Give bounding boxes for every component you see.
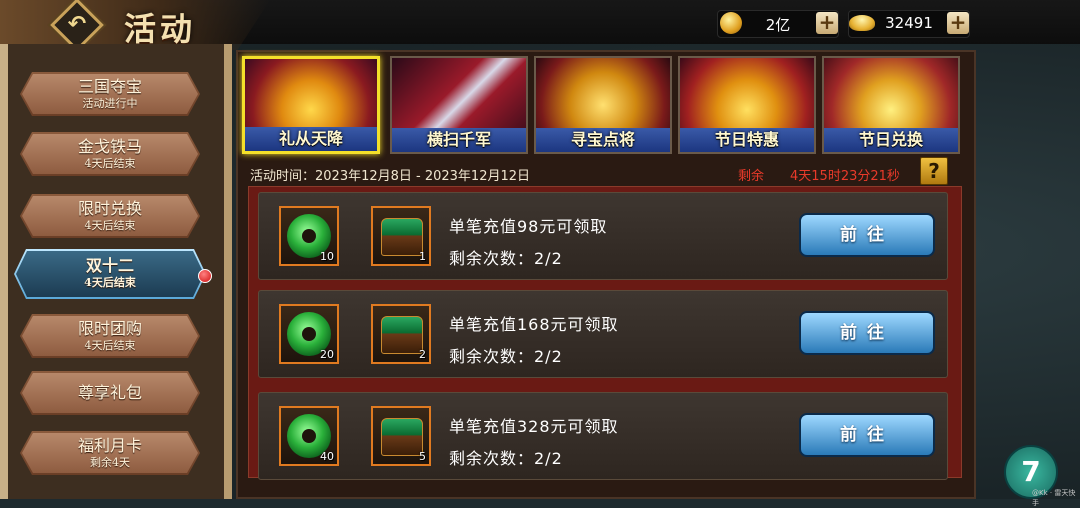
tab-label: 礼从天降 <box>245 127 377 151</box>
back-arrow-icon: ↶ <box>67 12 87 37</box>
tab-holiday-exchange[interactable]: 节日兑换 <box>822 56 960 154</box>
sidebar-item-vip-gift[interactable]: 尊享礼包 <box>20 371 200 415</box>
remaining-claims: 剩余次数：2/2 <box>449 449 563 468</box>
activity-time: 活动时间：2023年12月8日 - 2023年12月12日 <box>250 169 531 184</box>
reward-item-chest[interactable]: 5 <box>371 406 431 466</box>
add-ingot-button[interactable]: + <box>947 12 969 34</box>
gold-ingot-icon <box>849 15 875 31</box>
sidebar-item-label: 三国夺宝 <box>77 77 142 96</box>
help-button[interactable]: ? <box>920 157 948 185</box>
reward-condition: 单笔充值168元可领取 <box>449 315 619 334</box>
reward-item-jade[interactable]: 40 <box>279 406 339 466</box>
remain-label: 剩余 <box>738 169 765 184</box>
tab-gift-from-sky[interactable]: 礼从天降 <box>242 56 380 154</box>
green-chest-icon <box>381 316 423 354</box>
sidebar-item-status: 4天后结束 <box>84 276 136 289</box>
tab-treasure-hunt[interactable]: 寻宝点将 <box>534 56 672 154</box>
sidebar-item-status: 活动进行中 <box>82 97 138 110</box>
sidebar-item-jinge-tiema[interactable]: 金戈铁马 4天后结束 <box>20 132 200 176</box>
item-quantity: 10 <box>320 250 334 263</box>
sidebar-item-status: 4天后结束 <box>84 339 136 352</box>
reward-row: 40 5 单笔充值328元可领取 剩余次数：2/2 前往 <box>258 392 948 480</box>
reward-item-jade[interactable]: 20 <box>279 304 339 364</box>
sidebar-item-label: 双十二 <box>85 256 134 275</box>
sidebar-item-double-twelve[interactable]: 双十二 4天后结束 <box>14 249 206 299</box>
gold-currency: 2亿 + <box>717 10 839 38</box>
reward-item-jade[interactable]: 10 <box>279 206 339 266</box>
item-quantity: 40 <box>320 450 334 463</box>
go-button[interactable]: 前往 <box>799 413 935 457</box>
sidebar-item-label: 限时兑换 <box>77 199 142 218</box>
reward-condition: 单笔充值328元可领取 <box>449 417 619 436</box>
sidebar-item-sanguo-duobao[interactable]: 三国夺宝 活动进行中 <box>20 72 200 116</box>
ingot-currency: 32491 + <box>848 10 970 38</box>
go-button[interactable]: 前往 <box>799 311 935 355</box>
notification-dot <box>198 269 212 283</box>
item-quantity: 5 <box>419 450 426 463</box>
item-quantity: 2 <box>419 348 426 361</box>
reward-row: 20 2 单笔充值168元可领取 剩余次数：2/2 前往 <box>258 290 948 378</box>
sidebar-item-status: 剩余4天 <box>90 456 130 469</box>
tab-label: 寻宝点将 <box>536 128 670 152</box>
tab-label: 节日兑换 <box>824 128 958 152</box>
gold-coin-icon <box>720 12 742 34</box>
item-quantity: 20 <box>320 348 334 361</box>
sidebar-item-group-buy[interactable]: 限时团购 4天后结束 <box>20 314 200 358</box>
reward-row: 10 1 单笔充值98元可领取 剩余次数：2/2 前往 <box>258 192 948 280</box>
sidebar-item-limited-exchange[interactable]: 限时兑换 4天后结束 <box>20 194 200 238</box>
sidebar-item-status: 4天后结束 <box>84 157 136 170</box>
tab-sweep-army[interactable]: 横扫千军 <box>390 56 528 154</box>
sidebar-item-label: 限时团购 <box>77 319 142 338</box>
reward-item-chest[interactable]: 2 <box>371 304 431 364</box>
add-gold-button[interactable]: + <box>816 12 838 34</box>
watermark: @Kk · 雷天快手 <box>1032 489 1076 507</box>
remaining-claims: 剩余次数：2/2 <box>449 347 563 366</box>
item-quantity: 1 <box>419 250 426 263</box>
green-chest-icon <box>381 418 423 456</box>
sidebar-item-label: 福利月卡 <box>77 436 142 455</box>
tab-label: 横扫千军 <box>392 128 526 152</box>
sidebar-item-label: 尊享礼包 <box>77 383 142 402</box>
ingot-amount: 32491 <box>885 14 933 32</box>
remain-countdown: 4天15时23分21秒 <box>790 169 900 184</box>
sidebar-item-status: 4天后结束 <box>84 219 136 232</box>
reward-condition: 单笔充值98元可领取 <box>449 217 608 236</box>
activity-tabs: 礼从天降 横扫千军 寻宝点将 节日特惠 节日兑换 <box>242 54 972 156</box>
gold-amount: 2亿 <box>765 16 791 34</box>
green-chest-icon <box>381 218 423 256</box>
activity-info: 活动时间：2023年12月8日 - 2023年12月12日 剩余 4天15时23… <box>250 162 950 184</box>
remaining-claims: 剩余次数：2/2 <box>449 249 563 268</box>
tab-holiday-sale[interactable]: 节日特惠 <box>678 56 816 154</box>
sidebar-item-label: 金戈铁马 <box>77 137 142 156</box>
tab-label: 节日特惠 <box>680 128 814 152</box>
go-button[interactable]: 前往 <box>799 213 935 257</box>
reward-item-chest[interactable]: 1 <box>371 206 431 266</box>
sidebar-item-monthly-card[interactable]: 福利月卡 剩余4天 <box>20 431 200 475</box>
